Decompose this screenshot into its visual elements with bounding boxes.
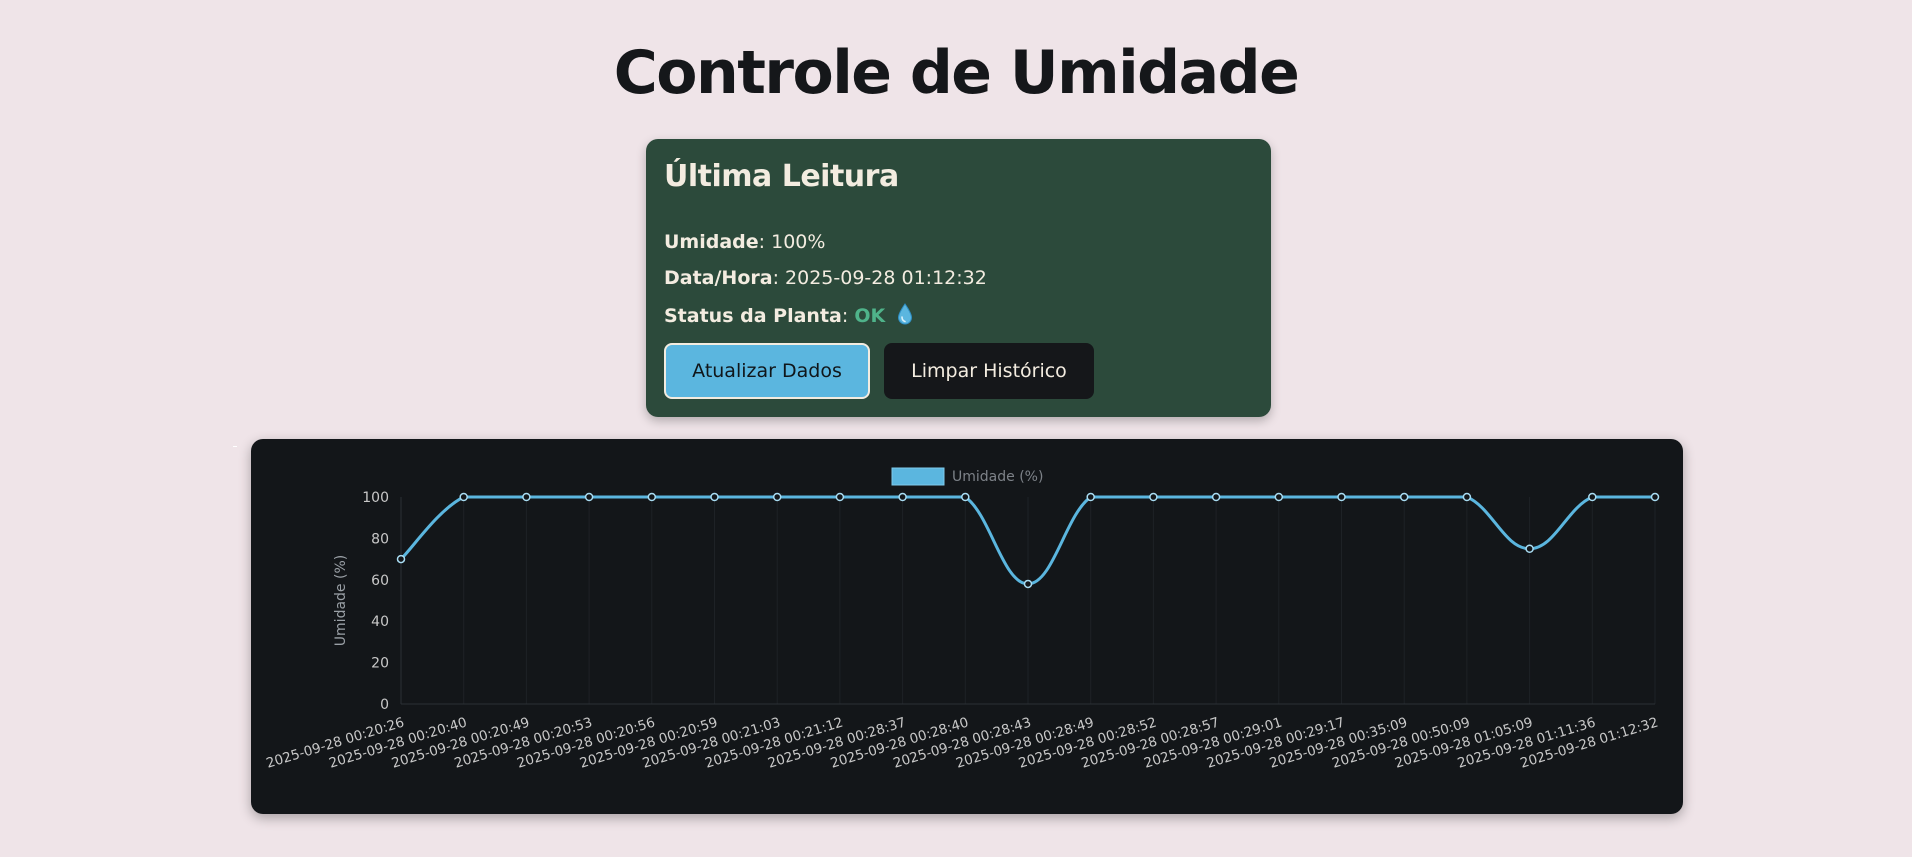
data-point <box>1588 492 1597 502</box>
separator: : <box>841 305 849 327</box>
humidity-chart-panel: 0 20 40 60 80 100 Umidade (%) 2025-09-28 00:20:… <box>251 439 1683 814</box>
clear-history-button[interactable]: Limpar Histórico <box>884 343 1094 399</box>
data-point <box>1086 492 1095 502</box>
data-point <box>898 492 907 502</box>
data-point <box>1650 492 1660 502</box>
separator: : <box>772 267 779 289</box>
y-tick-label: 60 <box>371 573 389 589</box>
plant-status-label: Status da Planta <box>664 305 842 327</box>
datetime-value: 2025-09-28 01:12:32 <box>785 267 987 289</box>
data-point <box>1149 492 1158 502</box>
data-point <box>835 492 845 502</box>
data-point <box>1023 579 1033 589</box>
data-point <box>647 492 657 502</box>
separator: : <box>758 231 766 253</box>
humidity-value: 100% <box>771 231 826 253</box>
datetime-label: Data/Hora <box>664 267 773 289</box>
last-reading-card: Última Leitura Umidade: 100% Data/Hora: … <box>646 139 1271 417</box>
plant-status-row: Status da Planta: OK <box>664 303 913 330</box>
y-tick-label: 0 <box>380 697 389 713</box>
card-title: Última Leitura <box>664 159 899 194</box>
y-tick-label: 20 <box>371 656 389 672</box>
humidity-label: Umidade <box>664 231 759 253</box>
y-tick-label: 80 <box>371 531 389 547</box>
data-point <box>961 492 970 502</box>
humidity-row: Umidade: 100% <box>664 231 825 253</box>
data-point <box>1399 492 1409 502</box>
data-point <box>710 492 719 502</box>
legend-label: Umidade (%) <box>952 469 1043 485</box>
y-tick-label: 40 <box>371 614 389 630</box>
y-axis-label: Umidade (%) <box>333 555 349 646</box>
data-point <box>1211 492 1221 502</box>
data-point <box>1274 492 1284 502</box>
update-data-button[interactable]: Atualizar Dados <box>664 343 870 399</box>
data-point <box>459 492 468 502</box>
data-point <box>772 492 782 502</box>
data-point <box>396 554 406 564</box>
data-point <box>1337 492 1346 502</box>
data-point <box>522 492 531 502</box>
data-point <box>584 492 594 502</box>
data-point <box>1462 492 1472 502</box>
humidity-chart: 020406080100Umidade (%)2025-09-28 00:20:… <box>264 467 1660 772</box>
data-point <box>1525 544 1534 553</box>
plant-status-value: OK <box>854 305 886 327</box>
water-drop-icon <box>897 303 913 330</box>
datetime-row: Data/Hora: 2025-09-28 01:12:32 <box>664 267 987 289</box>
page-title: Controle de Umidade <box>613 38 1300 108</box>
decorative-dash <box>233 446 237 447</box>
legend-swatch <box>891 467 945 486</box>
y-tick-label: 100 <box>362 490 389 506</box>
